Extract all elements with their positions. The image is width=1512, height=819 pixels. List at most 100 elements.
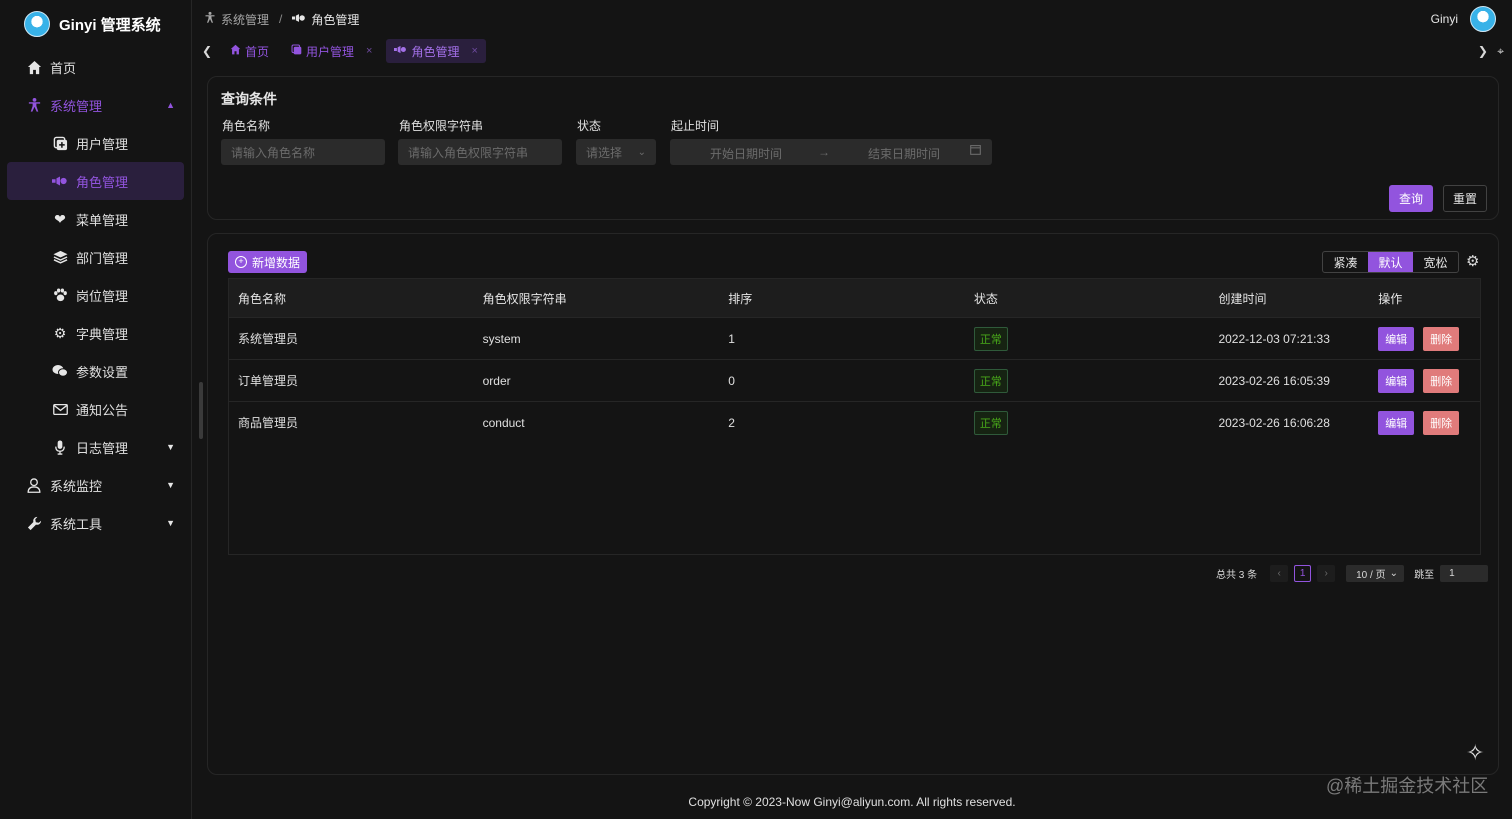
logo[interactable]: Ginyi 管理系统 bbox=[0, 0, 191, 48]
heart-icon: ❤ bbox=[54, 210, 66, 227]
prev-page-button[interactable]: ‹ bbox=[1270, 565, 1289, 582]
cell-role-key: order bbox=[482, 373, 511, 388]
start-date-input[interactable]: 开始日期时间 bbox=[710, 145, 782, 162]
density-loose[interactable]: 宽松 bbox=[1413, 252, 1458, 272]
cell-role-key: system bbox=[482, 331, 521, 346]
density-default[interactable]: 默认 bbox=[1368, 252, 1413, 272]
next-page-button[interactable]: › bbox=[1317, 565, 1336, 582]
sparkle-icon[interactable]: ✧ bbox=[1466, 740, 1484, 766]
sidebar-item-label: 首页 bbox=[50, 60, 77, 76]
chevron-right-icon[interactable]: ❯ bbox=[1478, 44, 1488, 58]
column-header: 角色名称 bbox=[238, 291, 287, 306]
sidebar-item-department-management[interactable]: 部门管理 bbox=[0, 238, 191, 276]
person-icon bbox=[204, 11, 216, 27]
sidebar-item-log-management[interactable]: 日志管理 ▼ bbox=[0, 428, 191, 466]
chevron-up-icon: ▲ bbox=[166, 100, 175, 110]
end-date-input[interactable]: 结束日期时间 bbox=[868, 145, 940, 162]
cell-role-name: 商品管理员 bbox=[238, 416, 299, 430]
status-badge: 正常 bbox=[973, 368, 1008, 393]
chat-icon bbox=[52, 363, 68, 379]
settings-gear-icon[interactable]: ⚙ bbox=[1466, 252, 1479, 270]
breadcrumb-item[interactable]: 系统管理 bbox=[221, 11, 269, 28]
sidebar-item-notice[interactable]: 通知公告 bbox=[0, 390, 191, 428]
sidebar-scrollbar[interactable] bbox=[199, 382, 203, 439]
tab-role-management[interactable]: 角色管理 × bbox=[386, 39, 486, 63]
date-range-arrow: → bbox=[818, 145, 830, 159]
chevron-down-icon: ▼ bbox=[166, 442, 175, 452]
chevron-down-icon: ⌄ bbox=[637, 146, 646, 158]
table-panel: + 新增数据 紧凑 默认 宽松 ⚙ 角色名称 角色权限字符串 排序 状态 创建时… bbox=[207, 233, 1499, 775]
date-range-picker[interactable]: 开始日期时间 → 结束日期时间 bbox=[670, 139, 992, 165]
gear-icon: ⚙ bbox=[53, 324, 67, 341]
app-title: Ginyi 管理系统 bbox=[59, 16, 161, 34]
cell-created: 2022-12-03 07:21:33 bbox=[1218, 331, 1330, 346]
chevron-left-icon[interactable]: ❮ bbox=[192, 44, 222, 58]
density-compact[interactable]: 紧凑 bbox=[1323, 252, 1368, 272]
sidebar-item-label: 角色管理 bbox=[76, 174, 129, 190]
status-badge: 正常 bbox=[973, 410, 1008, 435]
chevron-down-icon: ▼ bbox=[166, 518, 175, 528]
user-menu[interactable]: Ginyi bbox=[1431, 6, 1496, 32]
sidebar-item-label: 通知公告 bbox=[76, 402, 129, 418]
cell-role-key: conduct bbox=[482, 415, 525, 430]
role-key-input[interactable]: 请输入角色权限字符串 bbox=[398, 139, 562, 165]
home-icon bbox=[26, 59, 42, 75]
close-icon[interactable]: × bbox=[471, 45, 477, 57]
sidebar-item-label: 部门管理 bbox=[76, 250, 129, 266]
sidebar-item-post-management[interactable]: 岗位管理 bbox=[0, 276, 191, 314]
cell-status: 正常 bbox=[965, 326, 1210, 351]
sidebar-item-system-tools[interactable]: 系统工具 ▼ bbox=[0, 504, 191, 542]
edit-button[interactable]: 编辑 bbox=[1378, 326, 1415, 351]
jump-input[interactable]: 1 bbox=[1440, 565, 1489, 582]
column-header: 创建时间 bbox=[1218, 291, 1267, 306]
add-data-button[interactable]: + 新增数据 bbox=[228, 251, 307, 273]
time-range-label: 起止时间 bbox=[671, 119, 720, 133]
jump-label: 跳至 bbox=[1414, 570, 1435, 581]
page-size-select[interactable]: 10 / 页 ⌄ bbox=[1346, 565, 1405, 582]
column-header: 排序 bbox=[728, 291, 753, 306]
calendar-icon bbox=[970, 144, 981, 158]
edit-button[interactable]: 编辑 bbox=[1378, 368, 1415, 393]
sidebar-item-parameter-settings[interactable]: 参数设置 bbox=[0, 352, 191, 390]
edit-button[interactable]: 编辑 bbox=[1378, 410, 1415, 435]
delete-button[interactable]: 删除 bbox=[1423, 410, 1460, 435]
cell-role-name: 系统管理员 bbox=[238, 332, 299, 346]
search-button[interactable]: 查询 bbox=[1389, 185, 1433, 212]
column-header: 操作 bbox=[1378, 291, 1403, 306]
sidebar-item-user-management[interactable]: 用户管理 bbox=[0, 124, 191, 162]
paw-icon bbox=[52, 287, 68, 303]
sidebar-item-label: 字典管理 bbox=[76, 326, 129, 342]
sidebar-item-label: 日志管理 bbox=[76, 440, 129, 456]
tab-label: 首页 bbox=[245, 44, 270, 59]
header: 系统管理 / 角色管理 Ginyi bbox=[192, 0, 1512, 38]
role-name-input[interactable]: 请输入角色名称 bbox=[221, 139, 385, 165]
pin-icon[interactable]: ⌖ bbox=[1497, 44, 1504, 58]
reset-button[interactable]: 重置 bbox=[1443, 185, 1487, 212]
tab-home[interactable]: 首页 bbox=[222, 39, 277, 63]
sidebar-item-menu-management[interactable]: ❤ 菜单管理 bbox=[0, 200, 191, 238]
status-select[interactable]: 请选择 ⌄ bbox=[576, 139, 656, 165]
sidebar-item-dictionary-management[interactable]: ⚙ 字典管理 bbox=[0, 314, 191, 352]
cell-sort: 0 bbox=[728, 373, 735, 388]
cell-actions: 编辑 删除 bbox=[1369, 368, 1480, 393]
tab-user-management[interactable]: 用户管理 × bbox=[283, 39, 380, 63]
close-icon[interactable]: × bbox=[366, 45, 372, 57]
sidebar-item-role-management[interactable]: 角色管理 bbox=[7, 162, 184, 200]
tab-controls: ❯ ⌖ bbox=[1472, 44, 1504, 59]
sidebar-item-label: 系统监控 bbox=[50, 478, 103, 494]
sidebar-item-label: 岗位管理 bbox=[76, 288, 129, 304]
sidebar-item-system-monitor[interactable]: 系统监控 ▼ bbox=[0, 466, 191, 504]
page-number[interactable]: 1 bbox=[1294, 565, 1312, 582]
query-title: 查询条件 bbox=[221, 91, 277, 107]
delete-button[interactable]: 删除 bbox=[1423, 368, 1460, 393]
cell-created: 2023-02-26 16:05:39 bbox=[1218, 373, 1330, 388]
sidebar-item-home[interactable]: 首页 bbox=[0, 48, 191, 86]
avatar[interactable] bbox=[1470, 6, 1496, 32]
delete-button[interactable]: 删除 bbox=[1423, 326, 1460, 351]
role-key-label: 角色权限字符串 bbox=[399, 119, 484, 133]
chevron-down-icon: ▼ bbox=[166, 480, 175, 490]
cell-status: 正常 bbox=[965, 410, 1210, 435]
page-size-value: 10 / 页 bbox=[1356, 570, 1386, 581]
sidebar-item-system-management[interactable]: 系统管理 ▲ bbox=[0, 86, 191, 124]
user-square-icon bbox=[52, 135, 68, 151]
